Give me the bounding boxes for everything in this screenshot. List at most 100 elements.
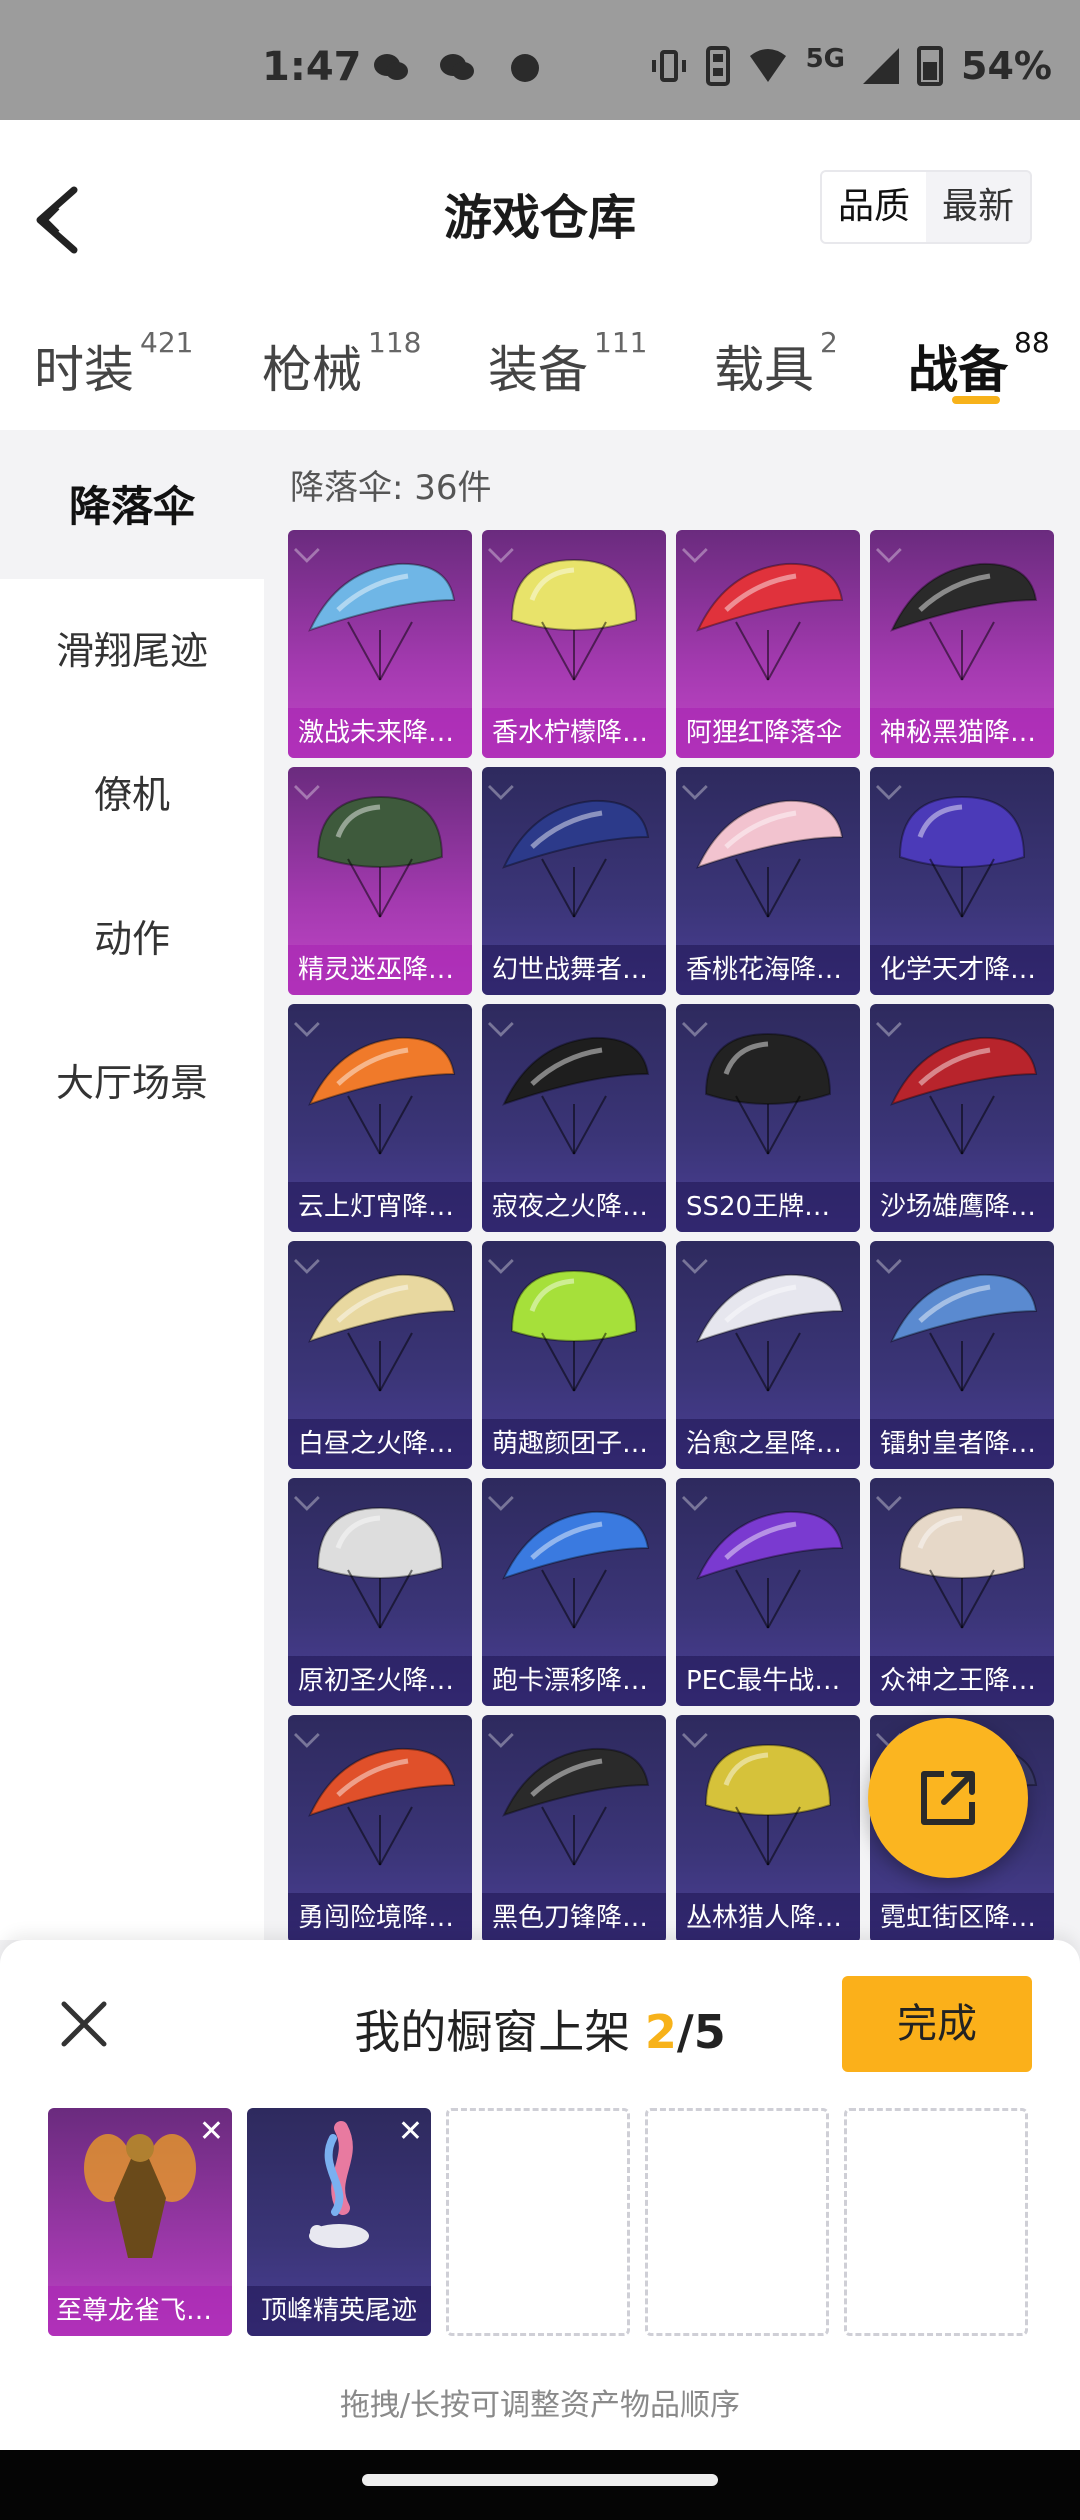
item-name: 激战未来降落伞 [288,708,472,758]
vibrate-icon [651,50,686,82]
sort-quality[interactable]: 品质 [822,172,926,242]
item-card[interactable]: 镭射皇者降落伞 [870,1241,1054,1469]
item-card[interactable]: 香桃花海降落伞 [676,767,860,995]
item-card[interactable]: 白昼之火降落伞 [288,1241,472,1469]
parachute-thumbnail [510,1269,638,1392]
item-card[interactable]: 云上灯宵降落伞 [288,1004,472,1232]
parachute-thumbnail [316,1506,444,1629]
done-button[interactable]: 完成 [842,1976,1032,2072]
sidebar-item-lobby-scene[interactable]: 大厅场景 [0,1011,264,1155]
parachute-thumbnail [502,1747,650,1866]
item-card[interactable]: 幻世战舞者降落伞 [482,767,666,995]
parachute-thumbnail [308,562,456,681]
parachute-thumbnail [316,795,444,918]
showcase-sheet: 我的橱窗上架 2/5 完成 ✕ 至尊龙雀飞行器 ✕ 顶峰精英尾迹 拖拽/长按可调… [0,1940,1080,2450]
item-count: 降落伞: 36件 [290,468,492,508]
system-nav-bar [0,2450,1080,2520]
item-card[interactable]: 神秘黑猫降落伞 [870,530,1054,758]
item-name: 云上灯宵降落伞 [288,1182,472,1232]
sidebar: 降落伞 滑翔尾迹 僚机 动作 大厅场景 [0,435,264,1940]
remove-icon[interactable]: ✕ [398,2114,423,2149]
drag-hint: 拖拽/长按可调整资产物品顺序 [339,2388,741,2423]
slot-name: 顶峰精英尾迹 [247,2286,431,2336]
parachute-thumbnail [890,562,1038,681]
item-name: 幻世战舞者降落伞 [482,945,666,995]
tab-guns[interactable]: 枪械 118 [262,326,421,402]
remove-icon[interactable]: ✕ [199,2114,224,2149]
item-name: 跑卡漂移降落伞 [482,1656,666,1706]
data-icon [705,46,730,86]
parachute-thumbnail [890,1036,1038,1155]
parachute-thumbnail [510,558,638,681]
item-card[interactable]: 众神之王降落伞 [870,1478,1054,1706]
parachute-thumbnail [502,799,650,918]
tab-vehicles[interactable]: 载具 2 [714,326,838,402]
tab-fashion[interactable]: 时装 421 [34,326,193,402]
category-tabs: 时装 421 枪械 118 装备 111 载具 2 战备 88 [0,320,1080,430]
showcase-slot-empty[interactable] [645,2108,829,2336]
parachute-thumbnail [308,1747,456,1866]
wechat-icon [374,54,408,80]
item-card[interactable]: 激战未来降落伞 [288,530,472,758]
item-card[interactable]: 化学天才降落伞 [870,767,1054,995]
item-card[interactable]: 沙场雄鹰降落伞 [870,1004,1054,1232]
sidebar-item-glide-trail[interactable]: 滑翔尾迹 [0,579,264,723]
item-card[interactable]: 阿狸红降落伞 [676,530,860,758]
status-bar: 1:47 5G 54% [0,0,1080,120]
parachute-thumbnail [696,799,844,918]
item-card[interactable]: 原初圣火降落伞 [288,1478,472,1706]
parachute-thumbnail [308,1273,456,1392]
item-card[interactable]: SS20王牌降落伞 [676,1004,860,1232]
item-name: 众神之王降落伞 [870,1656,1054,1706]
item-card[interactable]: 治愈之星降落伞 [676,1241,860,1469]
item-name: 香桃花海降落伞 [676,945,860,995]
item-name: 化学天才降落伞 [870,945,1054,995]
item-name: 沙场雄鹰降落伞 [870,1182,1054,1232]
parachute-thumbnail [308,1036,456,1155]
item-name: 神秘黑猫降落伞 [870,708,1054,758]
share-button[interactable] [868,1718,1028,1878]
parachute-thumbnail [696,562,844,681]
parachute-thumbnail [502,1510,650,1629]
item-card[interactable]: 香水柠檬降落伞 [482,530,666,758]
parachute-thumbnail [696,1273,844,1392]
item-name: 治愈之星降落伞 [676,1419,860,1469]
item-card[interactable]: 跑卡漂移降落伞 [482,1478,666,1706]
item-name: 黑色刀锋降落伞 [482,1893,666,1943]
item-card[interactable]: 勇闯险境降落伞 [288,1715,472,1943]
item-card[interactable]: 丛林猎人降落伞 [676,1715,860,1943]
item-card[interactable]: 寂夜之火降落伞 [482,1004,666,1232]
tab-battle-prep[interactable]: 战备 88 [908,326,1050,402]
showcase-slot-empty[interactable] [844,2108,1028,2336]
tab-equipment[interactable]: 装备 111 [488,326,647,402]
header: 游戏仓库 品质 最新 时装 421 枪械 118 装备 111 载具 2 战备 88 [0,120,1080,430]
wifi-icon [749,49,786,82]
item-card[interactable]: 黑色刀锋降落伞 [482,1715,666,1943]
sort-newest[interactable]: 最新 [926,172,1030,242]
sidebar-item-wingman[interactable]: 僚机 [0,723,264,867]
item-name: 勇闯险境降落伞 [288,1893,472,1943]
showcase-slot[interactable]: ✕ 至尊龙雀飞行器 [48,2108,232,2336]
sort-toggle[interactable]: 品质 最新 [820,170,1032,244]
home-indicator[interactable] [362,2474,718,2486]
sidebar-item-emote[interactable]: 动作 [0,867,264,1011]
showcase-slot-empty[interactable] [446,2108,630,2336]
battery-level: 54% [961,44,1052,88]
share-icon [921,1771,975,1825]
item-name: SS20王牌降落伞 [676,1182,860,1232]
item-name: 丛林猎人降落伞 [676,1893,860,1943]
item-name: 萌趣颜团子降落伞 [482,1419,666,1469]
item-card[interactable]: PEC最牛战神降落伞 [676,1478,860,1706]
item-card[interactable]: 萌趣颜团子降落伞 [482,1241,666,1469]
parachute-thumbnail [704,1743,832,1866]
item-name: 香水柠檬降落伞 [482,708,666,758]
showcase-slot[interactable]: ✕ 顶峰精英尾迹 [247,2108,431,2336]
item-name: 镭射皇者降落伞 [870,1419,1054,1469]
parachute-thumbnail [898,795,1026,918]
item-card[interactable]: 精灵迷巫降落伞 [288,767,472,995]
battery-icon [917,46,944,86]
parachute-thumbnail [890,1273,1038,1392]
status-time: 1:47 [262,44,362,90]
item-name: 精灵迷巫降落伞 [288,945,472,995]
sidebar-item-parachute[interactable]: 降落伞 [0,435,264,579]
